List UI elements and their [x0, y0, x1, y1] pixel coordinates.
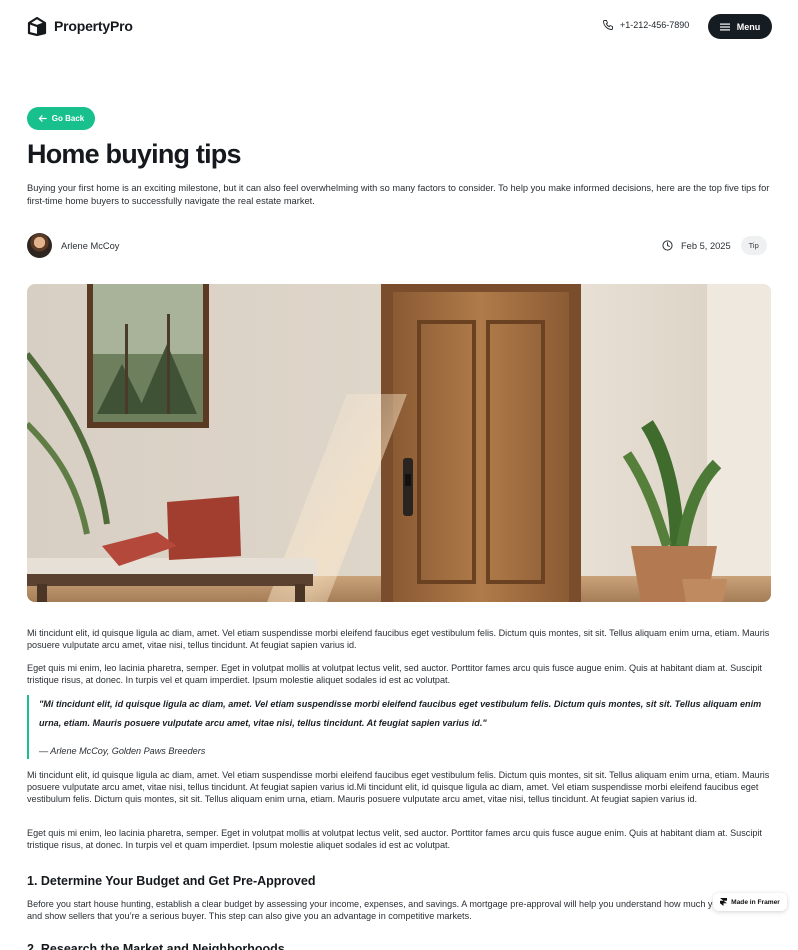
author-info: Arlene McCoy: [27, 233, 119, 258]
arrow-left-icon: [38, 115, 47, 122]
blockquote: "Mi tincidunt elit, id quisque ligula ac…: [27, 695, 771, 759]
article-paragraph: Before you start house hunting, establis…: [27, 899, 766, 921]
brand-logo[interactable]: PropertyPro: [27, 16, 133, 36]
clock-icon: [662, 240, 673, 251]
hero-image: [27, 284, 771, 602]
section-heading: 2. Research the Market and Neighborhoods: [27, 942, 285, 950]
badge-label: Made in Framer: [731, 898, 780, 906]
menu-label: Menu: [736, 21, 761, 32]
phone-icon: [603, 20, 613, 30]
phone-number: +1-212-456-7890: [620, 20, 690, 30]
go-back-button[interactable]: Go Back: [27, 107, 95, 130]
article-paragraph: Mi tincidunt elit, id quisque ligula ac …: [27, 628, 770, 650]
category-tag[interactable]: Tip: [740, 236, 767, 255]
quote-citation: — Arlene McCoy, Golden Paws Breeders: [39, 746, 206, 756]
quote-text: "Mi tincidunt elit, id quisque ligula ac…: [39, 699, 762, 728]
article-intro: Buying your first home is an exciting mi…: [27, 183, 770, 206]
avatar: [27, 233, 52, 258]
top-nav: PropertyPro +1-212-456-7890 Menu: [0, 0, 798, 54]
house-cube-icon: [27, 16, 47, 36]
brand-name: PropertyPro: [54, 18, 133, 34]
article-meta: Feb 5, 2025 Tip: [662, 236, 767, 255]
menu-button[interactable]: Menu: [708, 14, 772, 39]
go-back-label: Go Back: [51, 114, 85, 123]
hamburger-icon: [719, 23, 730, 30]
author-name: Arlene McCoy: [61, 240, 120, 251]
framer-icon: [720, 898, 728, 906]
publish-date: Feb 5, 2025: [681, 240, 731, 251]
article-paragraph: Eget quis mi enim, leo lacinia pharetra,…: [27, 663, 762, 685]
section-heading: 1. Determine Your Budget and Get Pre-App…: [27, 874, 316, 888]
article-paragraph: Eget quis mi enim, leo lacinia pharetra,…: [27, 828, 762, 850]
made-in-framer-badge[interactable]: Made in Framer: [713, 893, 787, 911]
article-paragraph: Mi tincidunt elit, id quisque ligula ac …: [27, 770, 770, 804]
phone-link[interactable]: +1-212-456-7890: [602, 19, 689, 31]
page-title: Home buying tips: [27, 139, 242, 169]
